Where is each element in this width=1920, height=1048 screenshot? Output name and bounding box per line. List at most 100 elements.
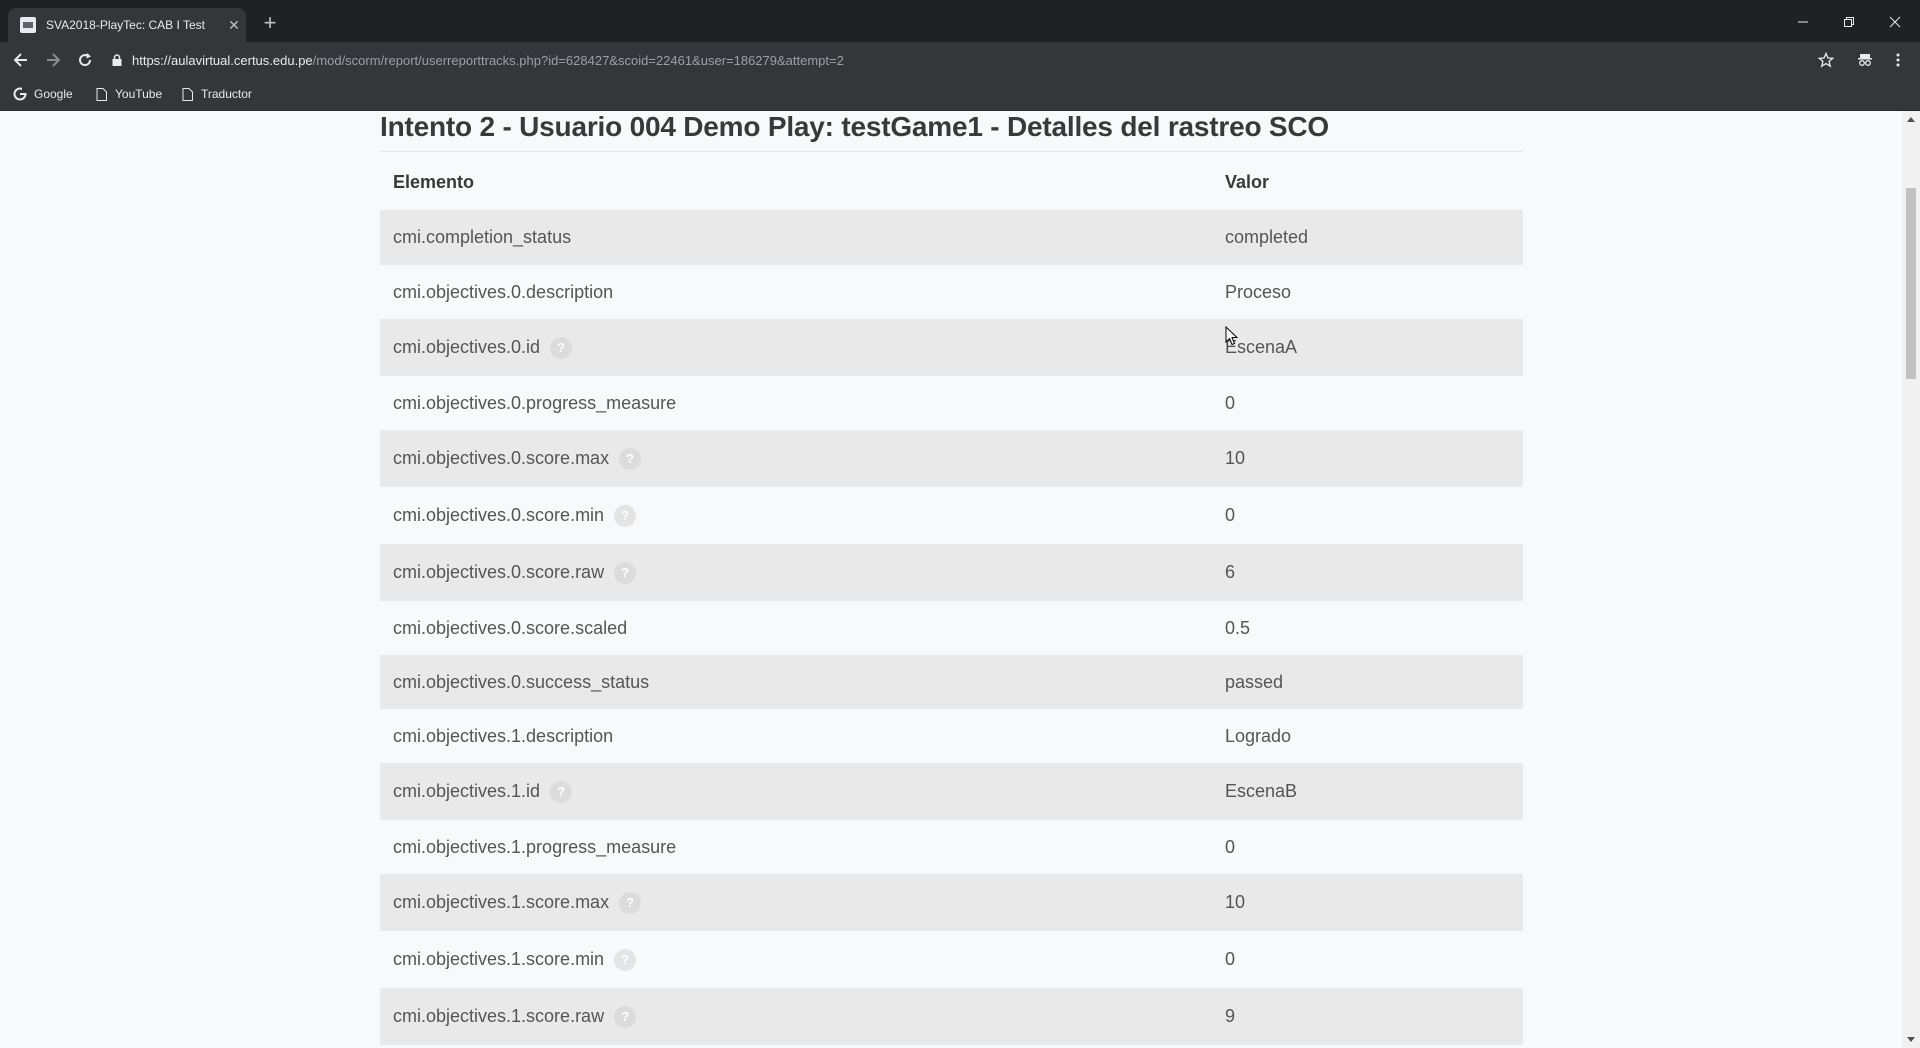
table-row: cmi.objectives.0.score.min? 0: [380, 487, 1523, 544]
cell-element: cmi.objectives.1.description: [393, 709, 613, 763]
element-name: cmi.objectives.0.id: [393, 337, 541, 357]
cell-element: cmi.objectives.0.score.min?: [393, 487, 637, 544]
cell-element: cmi.objectives.1.progress_measure: [393, 820, 676, 874]
table-row: cmi.objectives.0.id? EscenaA: [380, 319, 1523, 376]
table-row: cmi.objectives.1.score.min? 0: [380, 931, 1523, 988]
title-divider: [380, 151, 1523, 152]
cell-value: EscenaB: [1225, 781, 1298, 801]
table-row: cmi.objectives.1.score.raw? 9: [380, 988, 1523, 1045]
table-row: cmi.objectives.0.success_status passed: [380, 655, 1523, 709]
table-row: cmi.objectives.0.progress_measure 0: [380, 376, 1523, 430]
cell-element: cmi.objectives.0.score.max?: [393, 430, 642, 487]
bookmark-traductor[interactable]: Traductor: [180, 85, 252, 103]
cell-value: 6: [1225, 562, 1236, 582]
element-name: cmi.objectives.0.success_status: [393, 671, 650, 692]
table-row: cmi.completion_status completed: [380, 210, 1523, 265]
bookmark-google[interactable]: Google: [13, 85, 73, 103]
element-name: cmi.objectives.0.score.min: [393, 505, 605, 525]
cell-element: cmi.completion_status: [393, 210, 571, 265]
bookmark-label: Traductor: [201, 87, 252, 101]
cell-value: 0: [1225, 836, 1236, 857]
element-name: cmi.objectives.1.id: [393, 781, 541, 801]
browser-tab[interactable]: SVA2018-PlayTec: CAB I Test ✕: [8, 8, 246, 42]
incognito-icon[interactable]: [1853, 48, 1877, 72]
new-tab-icon[interactable]: +: [258, 12, 282, 36]
scroll-down-arrow-icon[interactable]: [1902, 1031, 1920, 1048]
help-icon[interactable]: ?: [619, 891, 642, 914]
element-name: cmi.completion_status: [393, 227, 572, 247]
close-window-icon[interactable]: [1872, 8, 1918, 36]
site-favicon-icon: [20, 17, 36, 33]
lock-icon[interactable]: [110, 53, 124, 67]
forward-arrow-icon[interactable]: [41, 48, 65, 72]
element-name: cmi.objectives.1.description: [393, 725, 614, 746]
table-header: Elemento Valor: [380, 155, 1523, 211]
cell-value: Proceso: [1225, 281, 1292, 302]
element-name: cmi.objectives.1.progress_measure: [393, 836, 677, 857]
table-row: cmi.objectives.1.progress_measure 0: [380, 820, 1523, 874]
tab-title: SVA2018-PlayTec: CAB I Test: [46, 18, 205, 32]
cell-element: cmi.objectives.0.score.scaled: [393, 601, 627, 655]
cell-element: cmi.objectives.1.score.raw?: [393, 988, 637, 1045]
element-name: cmi.objectives.1.score.raw: [393, 1006, 605, 1026]
bookmark-label: YouTube: [115, 87, 163, 101]
bookmark-youtube[interactable]: YouTube: [94, 85, 162, 103]
cell-element: cmi.objectives.0.description: [393, 265, 613, 319]
table-row: cmi.objectives.1.id? EscenaB: [380, 763, 1523, 820]
page-scrollbar[interactable]: [1902, 111, 1920, 1048]
cell-element: cmi.objectives.1.score.min?: [393, 931, 637, 988]
address-bar[interactable]: https://aulavirtual.certus.edu.pe/mod/sc…: [110, 47, 1830, 73]
back-arrow-icon[interactable]: [9, 48, 33, 72]
scrollbar-thumb[interactable]: [1906, 188, 1916, 379]
page-icon: [94, 87, 108, 101]
element-name: cmi.objectives.0.score.scaled: [393, 617, 628, 638]
element-name: cmi.objectives.1.score.max: [393, 892, 610, 912]
table-row: cmi.objectives.1.description Logrado: [380, 709, 1523, 763]
tab-strip: SVA2018-PlayTec: CAB I Test ✕ +: [0, 0, 1920, 42]
cell-value: completed: [1225, 227, 1309, 247]
cell-value: passed: [1225, 671, 1284, 692]
page-title: Intento 2 - Usuario 004 Demo Play: testG…: [380, 111, 1330, 142]
cell-value: 10: [1225, 892, 1246, 912]
cell-value: 0: [1225, 505, 1236, 525]
cell-element: cmi.objectives.1.id?: [393, 763, 573, 820]
help-icon[interactable]: ?: [614, 504, 637, 527]
help-icon[interactable]: ?: [614, 1005, 637, 1028]
google-icon: [13, 87, 27, 101]
cell-element: cmi.objectives.0.progress_measure: [393, 376, 676, 430]
bookmarks-bar: Google YouTube Traductor: [0, 78, 1920, 111]
help-icon[interactable]: ?: [550, 336, 573, 359]
mouse-cursor-icon: [1225, 325, 1239, 346]
bookmark-star-icon[interactable]: [1814, 48, 1838, 72]
help-icon[interactable]: ?: [619, 447, 642, 470]
scroll-up-arrow-icon[interactable]: [1902, 111, 1920, 128]
cell-value: 0: [1225, 949, 1236, 969]
reload-icon[interactable]: [73, 48, 97, 72]
cell-element: cmi.objectives.1.score.max?: [393, 874, 642, 931]
cell-element: cmi.objectives.0.score.raw?: [393, 544, 637, 601]
browser-chrome: SVA2018-PlayTec: CAB I Test ✕ + https://…: [0, 0, 1920, 111]
table-row: cmi.objectives.1.score.max? 10: [380, 874, 1523, 931]
url-host: https://aulavirtual.certus.edu.pe: [132, 52, 313, 68]
restore-icon[interactable]: [1826, 8, 1872, 36]
help-icon[interactable]: ?: [550, 780, 573, 803]
element-name: cmi.objectives.0.progress_measure: [393, 392, 677, 413]
table-row: cmi.objectives.0.score.scaled 0.5: [380, 601, 1523, 655]
menu-kebab-icon[interactable]: [1886, 48, 1910, 72]
cell-value: 10: [1225, 448, 1246, 468]
minimize-icon[interactable]: [1780, 8, 1826, 36]
help-icon[interactable]: ?: [614, 948, 637, 971]
cell-value: 0.5: [1225, 617, 1251, 638]
cell-element: cmi.objectives.0.id?: [393, 319, 573, 376]
table-row: cmi.objectives.0.description Proceso: [380, 265, 1523, 319]
help-icon[interactable]: ?: [614, 561, 637, 584]
url-path: /mod/scorm/report/userreporttracks.php?i…: [312, 52, 844, 68]
element-name: cmi.objectives.1.score.min: [393, 949, 605, 969]
cell-value: 0: [1225, 392, 1236, 413]
close-tab-icon[interactable]: ✕: [224, 15, 244, 35]
page-content: Intento 2 - Usuario 004 Demo Play: testG…: [0, 111, 1902, 1048]
cell-value: 9: [1225, 1006, 1236, 1026]
column-header-elemento: Elemento: [393, 172, 475, 192]
table-row: cmi.objectives.0.score.max? 10: [380, 430, 1523, 487]
cell-element: cmi.objectives.0.success_status: [393, 655, 649, 709]
